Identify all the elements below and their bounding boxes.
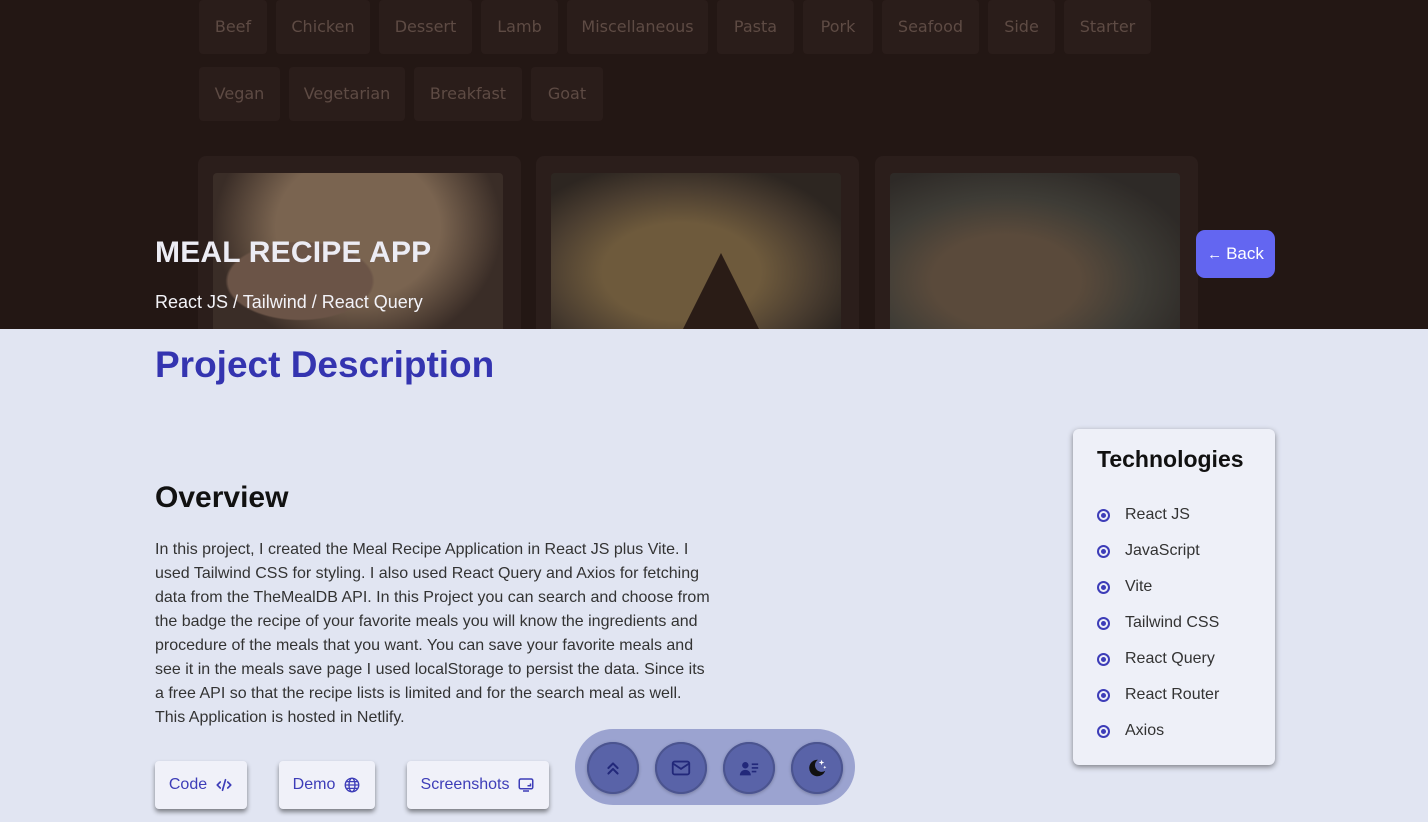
mail-button[interactable]: [655, 742, 707, 794]
scroll-top-icon: [607, 762, 619, 775]
list-item: Tailwind CSS: [1097, 605, 1219, 641]
bullet-icon: [1097, 508, 1110, 522]
technologies-card: Technologies React JS JavaScript Vite Ta…: [1073, 429, 1275, 765]
list-item: React JS: [1097, 497, 1219, 533]
category-badge: Lamb: [481, 0, 558, 54]
tech-label: React Router: [1125, 686, 1220, 703]
technologies-list: React JS JavaScript Vite Tailwind CSS Re…: [1097, 497, 1219, 749]
list-item: React Query: [1097, 641, 1219, 677]
category-badge: Starter: [1064, 0, 1151, 54]
dark-mode-button[interactable]: [791, 742, 843, 794]
overview-text: In this project, I created the Meal Reci…: [155, 541, 710, 726]
tech-label: Axios: [1125, 722, 1165, 739]
bullet-icon: [1097, 544, 1110, 558]
category-badge: Breakfast: [414, 67, 522, 121]
hero-section: Beef Chicken Dessert Lamb Miscellaneous …: [0, 0, 1428, 329]
dark-mode-icon: [809, 759, 827, 777]
list-item: React Router: [1097, 677, 1219, 713]
category-badge: Goat: [531, 67, 603, 121]
code-label: Code: [168, 776, 208, 793]
back-label: Back: [1226, 244, 1264, 263]
category-badge: Dessert: [379, 0, 472, 54]
bullet-icon: [1097, 616, 1110, 630]
contact-card-icon: [739, 762, 759, 776]
tech-label: React Query: [1125, 650, 1215, 667]
category-badge: Pasta: [717, 0, 794, 54]
list-item: Axios: [1097, 713, 1219, 749]
arrow-left-icon: ←: [1207, 245, 1223, 263]
tech-label: Tailwind CSS: [1125, 614, 1220, 631]
globe-icon: [344, 777, 360, 793]
meal-image: [551, 173, 841, 329]
tech-label: Vite: [1125, 578, 1153, 595]
category-badge: Vegetarian: [289, 67, 405, 121]
meal-card: [875, 156, 1198, 329]
category-badge: Pork: [803, 0, 873, 54]
contact-button[interactable]: [723, 742, 775, 794]
bullet-icon: [1097, 580, 1110, 594]
tech-label: JavaScript: [1125, 542, 1200, 559]
category-badge: Seafood: [882, 0, 979, 54]
project-stack: React JS / Tailwind / React Query: [155, 292, 423, 312]
bullet-icon: [1097, 688, 1110, 702]
demo-label: Demo: [292, 776, 336, 793]
category-badge: Miscellaneous: [567, 0, 708, 54]
category-badge: Beef: [199, 0, 267, 54]
code-button[interactable]: Code: [155, 761, 247, 809]
technologies-title: Technologies: [1097, 446, 1244, 472]
meal-card: [536, 156, 859, 329]
screenshots-button[interactable]: Screenshots: [407, 761, 549, 809]
category-badge: Chicken: [276, 0, 370, 54]
demo-button[interactable]: Demo: [279, 761, 375, 809]
mail-icon: [671, 760, 691, 776]
hero-background: Beef Chicken Dessert Lamb Miscellaneous …: [0, 0, 1428, 329]
meal-image: [890, 173, 1180, 329]
bullet-icon: [1097, 652, 1110, 666]
back-button[interactable]: ← Back: [1196, 230, 1275, 278]
project-title: MEAL RECIPE APP: [155, 236, 432, 269]
scroll-top-button[interactable]: [587, 742, 639, 794]
category-badge: Vegan: [199, 67, 280, 121]
list-item: Vite: [1097, 569, 1219, 605]
list-item: JavaScript: [1097, 533, 1219, 569]
code-icon: [216, 778, 232, 792]
section-title: Project Description: [155, 344, 495, 385]
tech-label: React JS: [1125, 506, 1190, 523]
overview-heading: Overview: [155, 481, 289, 514]
bullet-icon: [1097, 724, 1110, 738]
monitor-icon: [518, 778, 534, 792]
floating-nav-dock: [575, 729, 855, 805]
category-badge: Side: [988, 0, 1055, 54]
screenshots-label: Screenshots: [420, 776, 510, 793]
